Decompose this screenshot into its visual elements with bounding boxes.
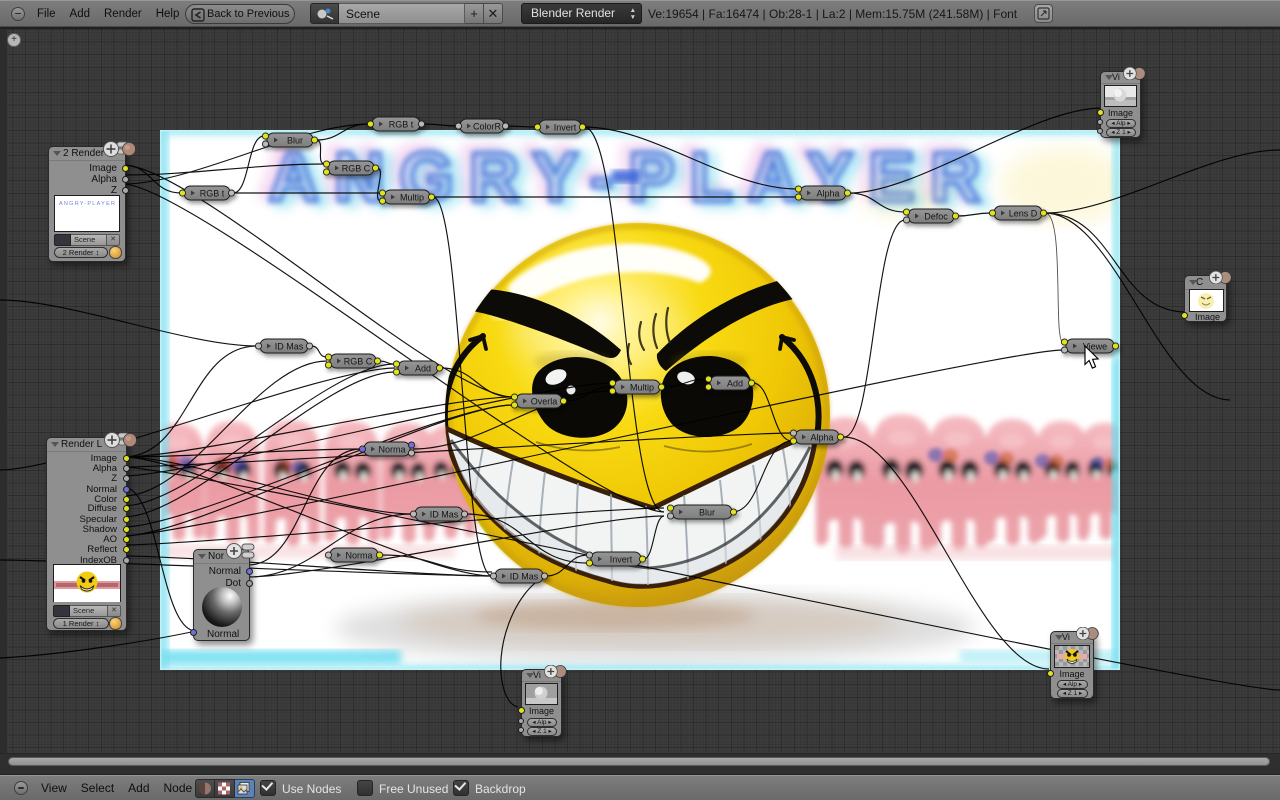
svg-text:Add: Add xyxy=(727,379,743,389)
svg-text:Invert: Invert xyxy=(610,555,633,565)
svg-text:Multip: Multip xyxy=(400,193,424,203)
svg-text:RGB t: RGB t xyxy=(389,120,414,130)
svg-text:Alpha: Alpha xyxy=(810,433,833,443)
svg-text:Overla: Overla xyxy=(531,397,558,407)
svg-text:RGB C: RGB C xyxy=(344,357,373,367)
svg-text:Blur: Blur xyxy=(699,508,715,518)
svg-text:Lens D: Lens D xyxy=(1009,209,1038,219)
svg-text:ID Mas: ID Mas xyxy=(510,572,539,582)
svg-text:RGB C: RGB C xyxy=(342,164,371,174)
svg-text:ID Mas: ID Mas xyxy=(430,510,459,520)
svg-text:Defoc: Defoc xyxy=(924,212,948,222)
svg-text:Multip: Multip xyxy=(630,383,654,393)
svg-text:RGB t: RGB t xyxy=(200,189,225,199)
svg-text:Add: Add xyxy=(415,364,431,374)
svg-text:ID Mas: ID Mas xyxy=(275,342,304,352)
svg-text:Norma: Norma xyxy=(345,551,372,561)
svg-text:Norma: Norma xyxy=(378,445,405,455)
svg-text:ANGRY-PLAYER: ANGRY-PLAYER xyxy=(59,201,115,207)
svg-text:Invert: Invert xyxy=(554,123,577,133)
svg-text:Alpha: Alpha xyxy=(816,189,839,199)
svg-text:Blur: Blur xyxy=(287,136,303,146)
svg-text:ColorR: ColorR xyxy=(473,122,502,132)
